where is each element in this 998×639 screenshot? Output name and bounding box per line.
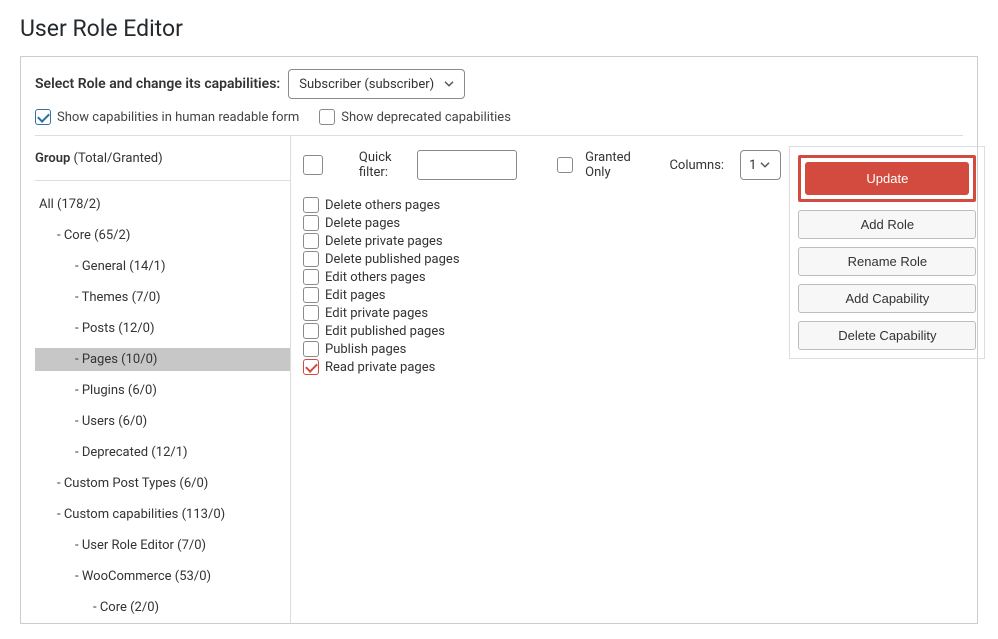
human-readable-label: Show capabilities in human readable form [57,110,299,125]
quick-filter-label: Quick filter: [359,150,401,180]
sidebar-link[interactable]: Custom capabilities (113/0) [35,503,290,526]
capability-row[interactable]: Publish pages [303,340,781,358]
sidebar-link[interactable]: Custom Post Types (6/0) [35,472,290,495]
capability-row[interactable]: Edit published pages [303,322,781,340]
group-heading-light: (Total/Granted) [70,151,162,166]
select-role-label: Select Role and change its capabilities: [35,76,280,92]
group-heading: Group (Total/Granted) [35,146,290,180]
columns-select[interactable]: 1 [740,150,781,180]
capability-label: Edit published pages [325,324,445,339]
capability-checkbox[interactable] [303,323,319,339]
granted-only-toggle[interactable]: Granted Only [557,150,631,180]
sidebar-link[interactable]: Users (6/0) [35,410,290,433]
editor-panel: Select Role and change its capabilities:… [20,56,978,624]
sidebar-link[interactable]: Posts (12/0) [35,317,290,340]
sidebar-item: Themes (7/0) [35,282,290,313]
chevron-down-icon [760,157,770,172]
capability-label: Delete others pages [325,198,440,213]
quick-filter-input[interactable] [417,150,517,180]
checkbox-icon [35,109,51,125]
sidebar-link[interactable]: Plugins (6/0) [35,379,290,402]
add-capability-button[interactable]: Add Capability [798,284,976,313]
capability-checkbox[interactable] [303,305,319,321]
capability-checkbox[interactable] [303,233,319,249]
capability-label: Publish pages [325,342,406,357]
sidebar-item: Posts (12/0) [35,313,290,344]
sidebar-item: Deprecated (12/1) [35,437,290,468]
columns-value: 1 [749,158,756,173]
top-bar: Select Role and change its capabilities:… [35,69,963,99]
capability-label: Delete private pages [325,234,443,249]
capability-row[interactable]: Delete others pages [303,196,781,214]
filter-row: Quick filter: Granted Only Columns: 1 [303,146,781,190]
sidebar-item: Custom capabilities (113/0) [35,499,290,530]
actions-column: Update Add Role Rename Role Add Capabili… [781,146,985,607]
sidebar-item: User Role Editor (7/0) [35,530,290,561]
page-title: User Role Editor [20,15,978,42]
sidebar-link[interactable]: User Role Editor (7/0) [35,534,290,557]
capability-row[interactable]: Delete private pages [303,232,781,250]
sidebar-item: Custom Post Types (6/0) [35,468,290,499]
sidebar-link[interactable]: Themes (7/0) [35,286,290,309]
sidebar-link[interactable]: WooCommerce (53/0) [35,565,290,588]
update-button[interactable]: Update [805,162,969,195]
capability-row[interactable]: Edit private pages [303,304,781,322]
capability-label: Delete published pages [325,252,460,267]
capability-row[interactable]: Delete published pages [303,250,781,268]
capability-checkbox[interactable] [303,251,319,267]
group-heading-bold: Group [35,151,70,166]
sidebar-link[interactable]: Core (2/0) [35,596,290,619]
sidebar-item: Core (2/0) [35,592,290,623]
deprecated-label: Show deprecated capabilities [341,110,511,125]
rename-role-button[interactable]: Rename Role [798,247,976,276]
checkbox-icon [557,157,573,173]
capability-row[interactable]: Read private pages [303,358,781,376]
sidebar-link[interactable]: All (178/2) [35,193,290,216]
add-role-button[interactable]: Add Role [798,210,976,239]
capability-label: Edit private pages [325,306,428,321]
capability-label: Edit others pages [325,270,426,285]
capability-label: Delete pages [325,216,400,231]
capability-row[interactable]: Delete pages [303,214,781,232]
sidebar-item: All (178/2) [35,189,290,220]
actions-box: Update Add Role Rename Role Add Capabili… [789,146,985,359]
capabilities-list: Delete others pages Delete pages Delete pr… [303,196,781,376]
sidebar-item: Plugins (6/0) [35,375,290,406]
checkbox-icon [319,109,335,125]
sidebar-link[interactable]: Pages (10/0) [35,348,290,371]
capability-checkbox[interactable] [303,197,319,213]
capability-label: Read private pages [325,360,435,375]
capability-checkbox[interactable] [303,269,319,285]
granted-only-label: Granted Only [585,150,631,180]
delete-capability-button[interactable]: Delete Capability [798,321,976,350]
capability-checkbox[interactable] [303,215,319,231]
sidebar-item: Users (6/0) [35,406,290,437]
content-column: Quick filter: Granted Only Columns: 1 [290,136,985,623]
capability-checkbox[interactable] [303,341,319,357]
role-select-value: Subscriber (subscriber) [299,77,434,92]
sidebar-item: General (14/1) [35,251,290,282]
sidebar-item: Pages (10/0) [35,344,290,375]
capability-row[interactable]: Edit pages [303,286,781,304]
sidebar-link[interactable]: Deprecated (12/1) [35,441,290,464]
update-highlight: Update [798,155,976,202]
human-readable-toggle[interactable]: Show capabilities in human readable form [35,109,299,125]
columns-label: Columns: [669,158,724,173]
capabilities-area: Quick filter: Granted Only Columns: 1 [303,146,781,607]
group-tree: All (178/2) Core (65/2) General (14/1) Them… [35,180,290,623]
capability-checkbox[interactable] [303,287,319,303]
display-options: Show capabilities in human readable form… [35,109,963,136]
deprecated-toggle[interactable]: Show deprecated capabilities [319,109,511,125]
select-all-checkbox[interactable] [303,155,323,175]
chevron-down-icon [444,76,454,91]
capability-label: Edit pages [325,288,386,303]
sidebar-link[interactable]: Core (65/2) [35,224,290,247]
sidebar-item: WooCommerce (53/0) [35,561,290,592]
sidebar-item: Core (65/2) [35,220,290,251]
capability-row[interactable]: Edit others pages [303,268,781,286]
sidebar-link[interactable]: General (14/1) [35,255,290,278]
role-select[interactable]: Subscriber (subscriber) [288,69,465,99]
capability-checkbox[interactable] [303,359,319,375]
group-sidebar: Group (Total/Granted) All (178/2) Core (6… [35,136,290,623]
